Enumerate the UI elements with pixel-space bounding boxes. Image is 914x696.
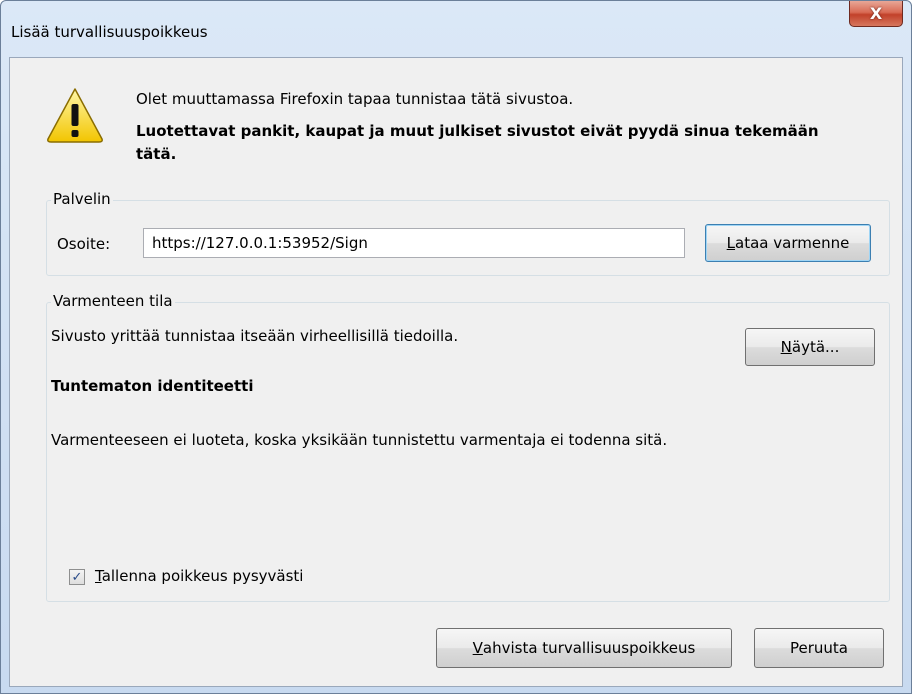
close-button[interactable]: X [849,1,903,27]
permanent-exception-label[interactable]: Tallenna poikkeus pysyvästi [95,567,303,585]
address-input[interactable]: https://127.0.0.1:53952/Sign [143,228,685,258]
permanent-mnemonic: T [95,567,102,585]
dialog-body: Olet muuttamassa Firefoxin tapaa tunnist… [9,57,903,687]
address-label: Osoite: [57,235,111,253]
warning-triangle-icon [47,88,103,143]
status-legend: Varmenteen tila [51,292,175,310]
cancel-button[interactable]: Peruuta [754,628,884,668]
dialog-window: Lisää turvallisuuspoikkeus X Olet muutta… [0,0,912,694]
view-certificate-button[interactable]: Näytä... [745,328,875,366]
load-button-mnemonic: L [726,234,736,252]
warning-text: Luotettavat pankit, kaupat ja muut julki… [136,122,819,163]
server-group: Palvelin Osoite: https://127.0.0.1:53952… [46,190,890,276]
window-title: Lisää turvallisuuspoikkeus [11,23,208,41]
confirm-mnemonic: V [472,639,483,657]
cancel-label: Peruuta [790,639,848,657]
server-legend: Palvelin [51,190,113,208]
intro-text: Olet muuttamassa Firefoxin tapaa tunnist… [136,90,574,108]
title-bar[interactable]: Lisää turvallisuuspoikkeus X [1,1,911,57]
view-button-label: äytä... [791,338,840,356]
untrusted-explanation: Varmenteeseen ei luoteta, koska yksikään… [51,431,668,449]
confirm-exception-button[interactable]: Vahvista turvallisuuspoikkeus [436,628,732,668]
close-icon: X [869,4,883,23]
load-certificate-button[interactable]: Lataa varmenne [705,224,871,262]
load-button-label: ataa varmenne [735,234,850,252]
view-button-mnemonic: N [780,338,792,356]
checkmark-icon: ✓ [71,569,83,585]
status-description: Sivusto yrittää tunnistaa itseään virhee… [51,327,459,345]
confirm-label: ahvista turvallisuuspoikkeus [482,639,696,657]
certificate-status-group: Varmenteen tila Sivusto yrittää tunnista… [46,292,890,602]
unknown-identity-heading: Tuntematon identiteetti [51,377,254,395]
permanent-label-text: allenna poikkeus pysyvästi [101,567,304,585]
permanent-exception-checkbox[interactable]: ✓ [69,569,85,585]
